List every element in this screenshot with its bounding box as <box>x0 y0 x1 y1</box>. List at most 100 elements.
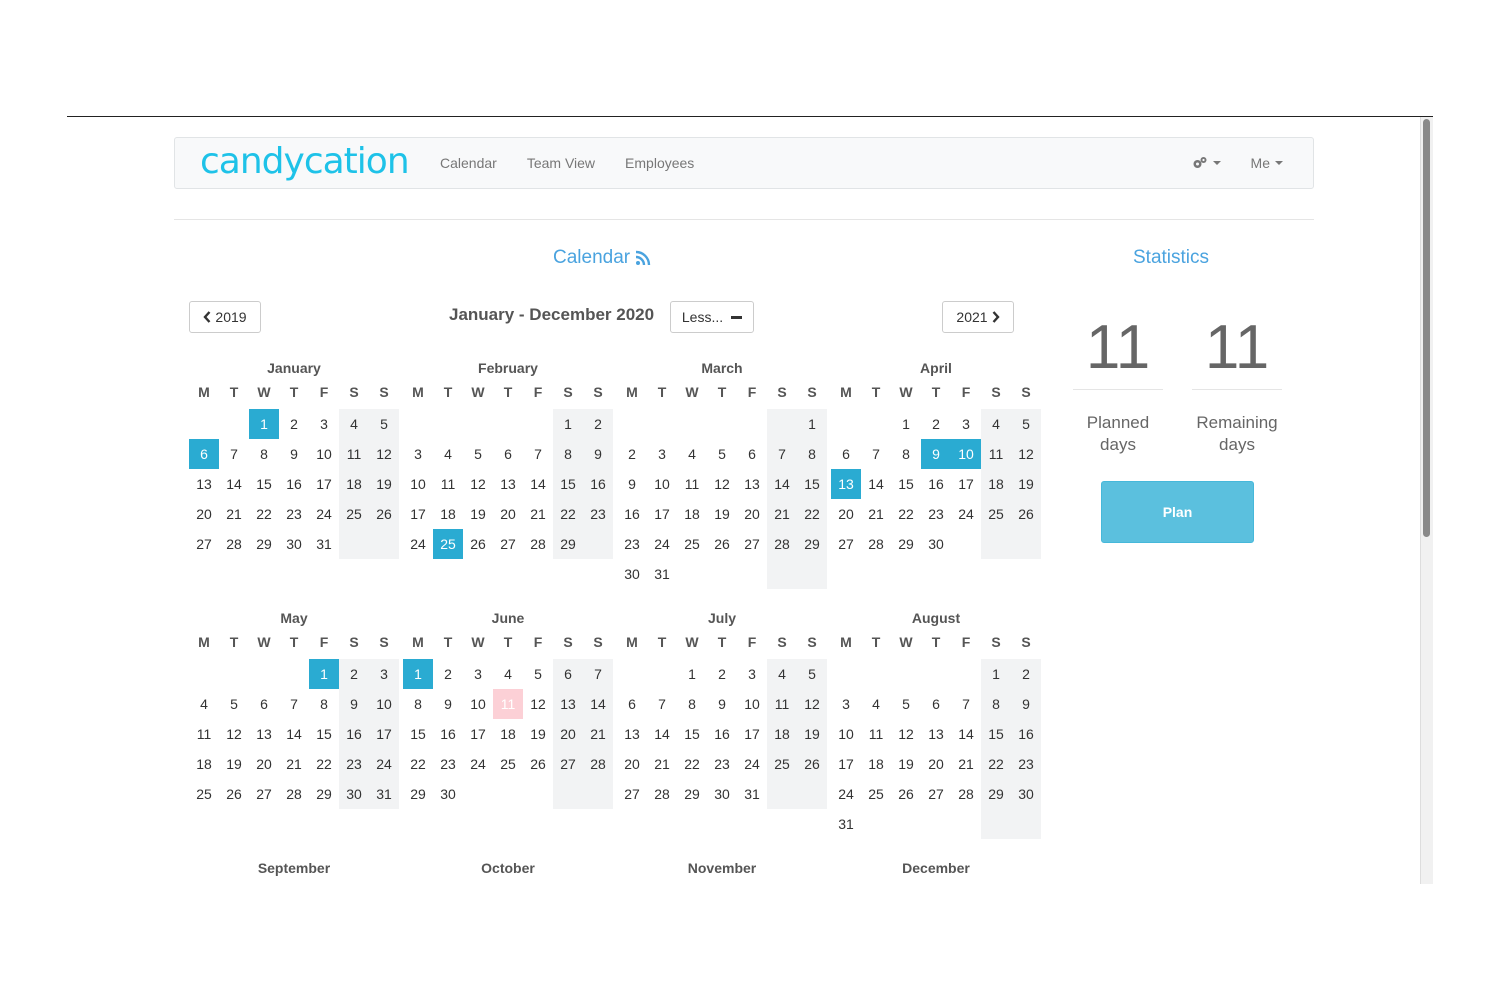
day-cell[interactable]: 9 <box>921 439 951 469</box>
day-cell[interactable]: 23 <box>707 749 737 779</box>
nav-link-calendar[interactable]: Calendar <box>440 155 497 171</box>
day-cell[interactable]: 21 <box>647 749 677 779</box>
day-cell[interactable]: 4 <box>339 409 369 439</box>
day-cell[interactable]: 17 <box>403 499 433 529</box>
day-cell[interactable]: 16 <box>921 469 951 499</box>
day-cell[interactable]: 18 <box>339 469 369 499</box>
day-cell[interactable]: 19 <box>369 469 399 499</box>
day-cell[interactable]: 2 <box>921 409 951 439</box>
day-cell[interactable]: 19 <box>1011 469 1041 499</box>
day-cell[interactable]: 18 <box>493 719 523 749</box>
day-cell[interactable]: 24 <box>737 749 767 779</box>
day-cell[interactable]: 9 <box>433 689 463 719</box>
day-cell[interactable]: 3 <box>309 409 339 439</box>
day-cell[interactable]: 26 <box>219 779 249 809</box>
day-cell[interactable]: 9 <box>1011 689 1041 719</box>
day-cell[interactable]: 30 <box>617 559 647 589</box>
day-cell[interactable]: 21 <box>523 499 553 529</box>
day-cell[interactable]: 2 <box>279 409 309 439</box>
day-cell[interactable]: 26 <box>1011 499 1041 529</box>
day-cell[interactable]: 17 <box>647 499 677 529</box>
day-cell[interactable]: 1 <box>553 409 583 439</box>
day-cell[interactable]: 10 <box>831 719 861 749</box>
day-cell[interactable]: 3 <box>831 689 861 719</box>
day-cell[interactable]: 6 <box>493 439 523 469</box>
day-cell[interactable]: 1 <box>981 659 1011 689</box>
day-cell[interactable]: 25 <box>433 529 463 559</box>
day-cell[interactable]: 30 <box>433 779 463 809</box>
day-cell[interactable]: 16 <box>1011 719 1041 749</box>
day-cell[interactable]: 21 <box>583 719 613 749</box>
day-cell[interactable]: 11 <box>767 689 797 719</box>
day-cell[interactable]: 15 <box>891 469 921 499</box>
day-cell[interactable]: 19 <box>797 719 827 749</box>
nav-link-employees[interactable]: Employees <box>625 155 694 171</box>
day-cell[interactable]: 19 <box>523 719 553 749</box>
day-cell[interactable]: 22 <box>309 749 339 779</box>
day-cell[interactable]: 18 <box>433 499 463 529</box>
day-cell[interactable]: 12 <box>369 439 399 469</box>
day-cell[interactable]: 24 <box>951 499 981 529</box>
day-cell[interactable]: 11 <box>189 719 219 749</box>
day-cell[interactable]: 22 <box>981 749 1011 779</box>
day-cell[interactable]: 29 <box>249 529 279 559</box>
day-cell[interactable]: 23 <box>433 749 463 779</box>
day-cell[interactable]: 28 <box>767 529 797 559</box>
day-cell[interactable]: 20 <box>189 499 219 529</box>
day-cell[interactable]: 8 <box>677 689 707 719</box>
day-cell[interactable]: 11 <box>861 719 891 749</box>
day-cell[interactable]: 23 <box>339 749 369 779</box>
day-cell[interactable]: 16 <box>339 719 369 749</box>
day-cell[interactable]: 24 <box>403 529 433 559</box>
day-cell[interactable]: 7 <box>583 659 613 689</box>
day-cell[interactable]: 17 <box>463 719 493 749</box>
day-cell[interactable]: 16 <box>707 719 737 749</box>
day-cell[interactable]: 29 <box>553 529 583 559</box>
day-cell[interactable]: 29 <box>797 529 827 559</box>
day-cell[interactable]: 13 <box>553 689 583 719</box>
day-cell[interactable]: 13 <box>249 719 279 749</box>
prev-year-button[interactable]: 2019 <box>189 301 261 333</box>
day-cell[interactable]: 5 <box>219 689 249 719</box>
day-cell[interactable]: 15 <box>309 719 339 749</box>
day-cell[interactable]: 23 <box>583 499 613 529</box>
rss-icon[interactable] <box>635 250 651 266</box>
day-cell[interactable]: 1 <box>891 409 921 439</box>
day-cell[interactable]: 20 <box>553 719 583 749</box>
day-cell[interactable]: 19 <box>463 499 493 529</box>
day-cell[interactable]: 20 <box>249 749 279 779</box>
day-cell[interactable]: 7 <box>861 439 891 469</box>
day-cell[interactable]: 29 <box>981 779 1011 809</box>
day-cell[interactable]: 5 <box>369 409 399 439</box>
day-cell[interactable]: 22 <box>553 499 583 529</box>
day-cell[interactable]: 4 <box>861 689 891 719</box>
day-cell[interactable]: 30 <box>339 779 369 809</box>
day-cell[interactable]: 9 <box>339 689 369 719</box>
day-cell[interactable]: 24 <box>647 529 677 559</box>
day-cell[interactable]: 10 <box>737 689 767 719</box>
day-cell[interactable]: 8 <box>891 439 921 469</box>
day-cell[interactable]: 7 <box>523 439 553 469</box>
day-cell[interactable]: 14 <box>951 719 981 749</box>
day-cell[interactable]: 7 <box>951 689 981 719</box>
day-cell[interactable]: 11 <box>493 689 523 719</box>
day-cell[interactable]: 12 <box>797 689 827 719</box>
day-cell[interactable]: 27 <box>189 529 219 559</box>
day-cell[interactable]: 18 <box>677 499 707 529</box>
day-cell[interactable]: 18 <box>767 719 797 749</box>
day-cell[interactable]: 6 <box>831 439 861 469</box>
day-cell[interactable]: 22 <box>249 499 279 529</box>
day-cell[interactable]: 1 <box>403 659 433 689</box>
day-cell[interactable]: 5 <box>891 689 921 719</box>
day-cell[interactable]: 7 <box>767 439 797 469</box>
day-cell[interactable]: 5 <box>1011 409 1041 439</box>
day-cell[interactable]: 25 <box>339 499 369 529</box>
day-cell[interactable]: 7 <box>279 689 309 719</box>
day-cell[interactable]: 8 <box>553 439 583 469</box>
day-cell[interactable]: 12 <box>891 719 921 749</box>
day-cell[interactable]: 19 <box>707 499 737 529</box>
day-cell[interactable]: 22 <box>677 749 707 779</box>
day-cell[interactable]: 5 <box>707 439 737 469</box>
day-cell[interactable]: 12 <box>707 469 737 499</box>
day-cell[interactable]: 6 <box>249 689 279 719</box>
